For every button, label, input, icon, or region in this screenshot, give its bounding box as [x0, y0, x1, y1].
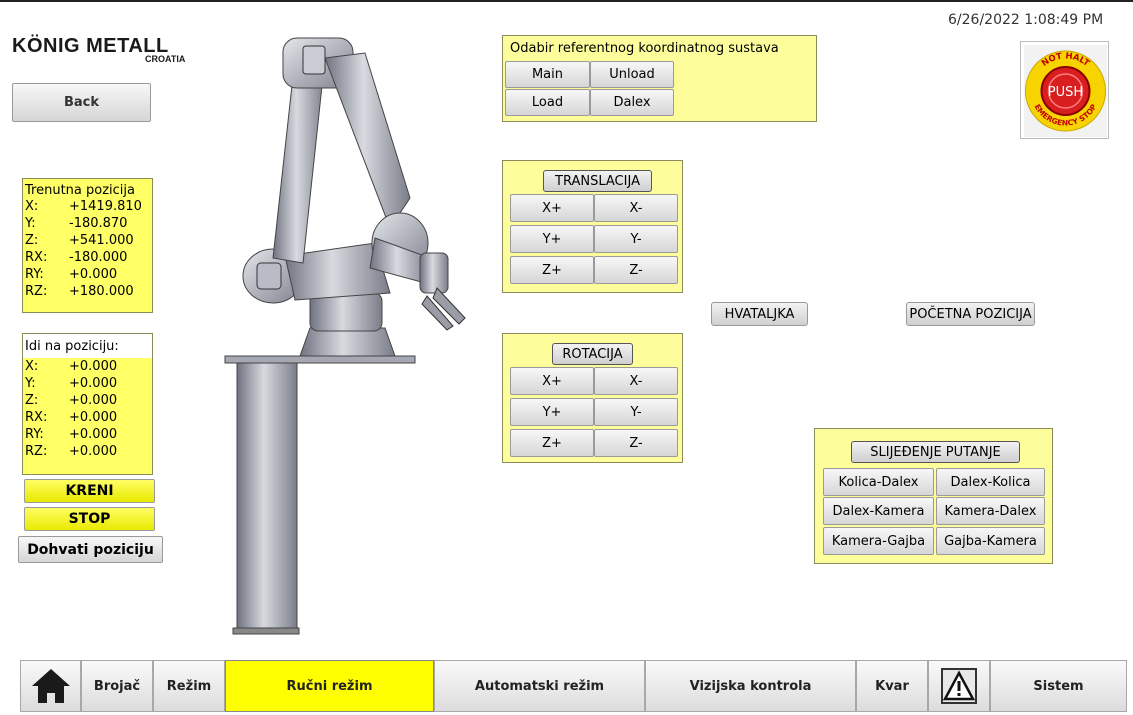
path-dalex-kamera-button[interactable]: Dalex-Kamera — [823, 497, 934, 525]
current-position-axis-label: Z: — [25, 233, 39, 248]
translation-z-plus-button[interactable]: Z+ — [510, 256, 594, 284]
coord-dalex-button[interactable]: Dalex — [590, 89, 674, 116]
goto-value[interactable]: +0.000 — [69, 410, 117, 425]
current-position-panel: Trenutna pozicija X: +1419.810 Y: -180.870 Z… — [22, 178, 153, 313]
fetch-position-button[interactable]: Dohvati poziciju — [18, 536, 163, 563]
current-position-value: +180.000 — [69, 284, 134, 299]
company-logo: KÖNIG METALL CROATIA — [12, 36, 202, 68]
goto-value[interactable]: +0.000 — [69, 359, 117, 374]
goto-value[interactable]: +0.000 — [69, 393, 117, 408]
goto-axis-label: Z: — [25, 393, 39, 408]
current-position-axis-label: RZ: — [25, 284, 48, 299]
coord-unload-button[interactable]: Unload — [590, 61, 674, 88]
goto-axis-label: Y: — [25, 376, 36, 391]
rotation-title: ROTACIJA — [552, 343, 633, 365]
current-position-axis-label: RY: — [25, 267, 44, 282]
warning-icon — [941, 668, 977, 704]
path-following-title: SLIJEĐENJE PUTANJE — [851, 441, 1020, 463]
nav-automatic-mode-button[interactable]: Automatski režim — [434, 660, 645, 712]
translation-title: TRANSLACIJA — [543, 170, 652, 192]
robot-arm-image — [224, 37, 466, 635]
current-position-value: +0.000 — [69, 267, 118, 282]
translation-z-minus-button[interactable]: Z- — [594, 256, 678, 284]
rotation-x-plus-button[interactable]: X+ — [510, 367, 594, 395]
coord-load-button[interactable]: Load — [505, 89, 590, 116]
path-kamera-gajba-button[interactable]: Kamera-Gajba — [823, 527, 934, 555]
current-position-value: +541.000 — [69, 233, 134, 248]
back-button[interactable]: Back — [12, 83, 151, 122]
top-border — [0, 0, 1133, 2]
current-position-value: +1419.810 — [69, 199, 142, 214]
path-following-panel: SLIJEĐENJE PUTANJE Kolica-Dalex Dalex-Ko… — [814, 428, 1053, 564]
coord-main-button[interactable]: Main — [505, 61, 590, 88]
goto-axis-label: RY: — [25, 427, 44, 442]
current-position-value: -180.000 — [69, 250, 128, 265]
stop-button[interactable]: STOP — [24, 507, 155, 531]
logo-main: KÖNIG METALL — [12, 35, 169, 57]
translation-panel: TRANSLACIJA X+ X- Y+ Y- Z+ Z- — [502, 160, 683, 293]
gripper-button[interactable]: HVATALJKA — [711, 302, 808, 326]
rotation-z-minus-button[interactable]: Z- — [594, 429, 678, 457]
nav-counter-button[interactable]: Brojač — [81, 660, 153, 712]
rotation-z-plus-button[interactable]: Z+ — [510, 429, 594, 457]
goto-value[interactable]: +0.000 — [69, 376, 117, 391]
current-position-axis-label: RX: — [25, 250, 48, 265]
nav-manual-mode-button[interactable]: Ručni režim — [225, 660, 434, 712]
coord-system-panel: Odabir referentnog koordinatnog sustava … — [502, 35, 817, 122]
translation-x-minus-button[interactable]: X- — [594, 194, 678, 222]
nav-warning-button[interactable] — [928, 660, 990, 712]
goto-axis-label: X: — [25, 359, 39, 374]
goto-axis-label: RX: — [25, 410, 48, 425]
path-kamera-dalex-button[interactable]: Kamera-Dalex — [936, 497, 1045, 525]
translation-x-plus-button[interactable]: X+ — [510, 194, 594, 222]
translation-y-minus-button[interactable]: Y- — [594, 225, 678, 253]
path-gajba-kamera-button[interactable]: Gajba-Kamera — [936, 527, 1045, 555]
rotation-x-minus-button[interactable]: X- — [594, 367, 678, 395]
current-position-title: Trenutna pozicija — [25, 183, 135, 198]
goto-value[interactable]: +0.000 — [69, 427, 117, 442]
nav-fault-button[interactable]: Kvar — [856, 660, 928, 712]
nav-system-button[interactable]: Sistem — [990, 660, 1127, 712]
rotation-panel: ROTACIJA X+ X- Y+ Y- Z+ Z- — [502, 333, 683, 463]
path-kolica-dalex-button[interactable]: Kolica-Dalex — [823, 468, 934, 496]
rotation-y-plus-button[interactable]: Y+ — [510, 398, 594, 426]
home-position-button[interactable]: POČETNA POZICIJA — [906, 302, 1035, 326]
current-position-axis-label: Y: — [25, 216, 36, 231]
goto-axis-label: RZ: — [25, 444, 48, 459]
nav-mode-button[interactable]: Režim — [153, 660, 225, 712]
nav-vision-control-button[interactable]: Vizijska kontrola — [645, 660, 856, 712]
path-dalex-kolica-button[interactable]: Dalex-Kolica — [936, 468, 1045, 496]
home-icon — [31, 669, 70, 703]
goto-position-panel: Idi na poziciju: X: +0.000 Y: +0.000 Z: +0.00… — [22, 333, 153, 475]
goto-value[interactable]: +0.000 — [69, 444, 117, 459]
translation-y-plus-button[interactable]: Y+ — [510, 225, 594, 253]
coord-system-title: Odabir referentnog koordinatnog sustava — [510, 41, 779, 56]
emergency-push-text: PUSH — [1048, 85, 1083, 100]
emergency-stop-button[interactable]: PUSH NOT HALT EMERGENCY STOP — [1020, 41, 1109, 139]
logo-sub: CROATIA — [145, 54, 186, 64]
go-button[interactable]: KRENI — [24, 479, 155, 503]
emergency-stop-icon: PUSH NOT HALT EMERGENCY STOP — [1024, 45, 1107, 137]
current-position-axis-label: X: — [25, 199, 39, 214]
datetime: 6/26/2022 1:08:49 PM — [948, 12, 1104, 28]
goto-position-title: Idi na poziciju: — [25, 339, 119, 354]
current-position-value: -180.870 — [69, 216, 128, 231]
rotation-y-minus-button[interactable]: Y- — [594, 398, 678, 426]
nav-home-button[interactable] — [20, 660, 81, 712]
